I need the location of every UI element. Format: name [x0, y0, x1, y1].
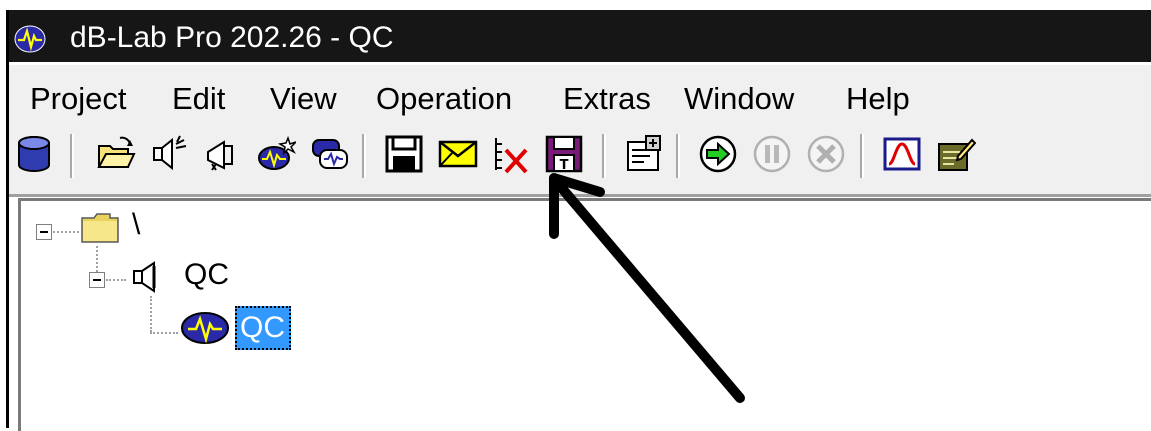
tree-connector	[53, 231, 79, 233]
open-folder-icon[interactable]	[96, 134, 136, 174]
menu-operation[interactable]: Operation	[376, 80, 512, 118]
measurement-node-icon	[180, 310, 230, 346]
collapse-child-toggle[interactable]	[89, 272, 105, 288]
database-icon[interactable]	[14, 134, 54, 174]
edit-icon[interactable]	[936, 134, 976, 174]
measurement-switch-icon[interactable]	[310, 134, 350, 174]
tree-root-label[interactable]: \	[132, 208, 140, 242]
app-logo-icon	[14, 25, 46, 53]
menu-window[interactable]: Window	[684, 80, 794, 118]
tree-child-label[interactable]: QC	[184, 258, 229, 292]
menu-extras[interactable]: Extras	[563, 80, 651, 118]
speaker-cable-icon[interactable]	[150, 134, 190, 174]
graph-icon[interactable]	[882, 134, 922, 174]
menu-edit[interactable]: Edit	[172, 80, 225, 118]
tree-leaf-selected[interactable]: QC	[235, 306, 291, 350]
delete-list-icon[interactable]	[490, 134, 530, 174]
new-measurement-icon[interactable]	[256, 134, 296, 174]
tree-connector	[150, 332, 178, 334]
toolbar-separator	[860, 134, 864, 178]
speaker-node-icon	[130, 260, 166, 294]
window-border	[6, 10, 9, 428]
app-window: dB-Lab Pro 202.26 - QC Project Edit View…	[0, 0, 1151, 431]
menu-view[interactable]: View	[270, 80, 337, 118]
menu-project[interactable]: Project	[30, 80, 126, 118]
toolbar-separator	[362, 134, 366, 178]
toolbar-separator	[70, 134, 74, 178]
menu-bar: Project Edit View Operation Extras Windo…	[6, 62, 1151, 123]
annotation-arrow	[530, 158, 760, 408]
folder-icon	[80, 212, 120, 244]
collapse-root-toggle[interactable]	[36, 224, 52, 240]
email-icon[interactable]	[438, 134, 478, 174]
tree-connector	[106, 279, 126, 281]
tree-connector	[150, 296, 152, 332]
speaker-icon[interactable]	[202, 134, 242, 174]
stop-icon[interactable]	[806, 134, 846, 174]
save-icon[interactable]	[384, 134, 424, 174]
menu-help[interactable]: Help	[846, 80, 910, 118]
window-title: dB-Lab Pro 202.26 - QC	[70, 21, 394, 54]
